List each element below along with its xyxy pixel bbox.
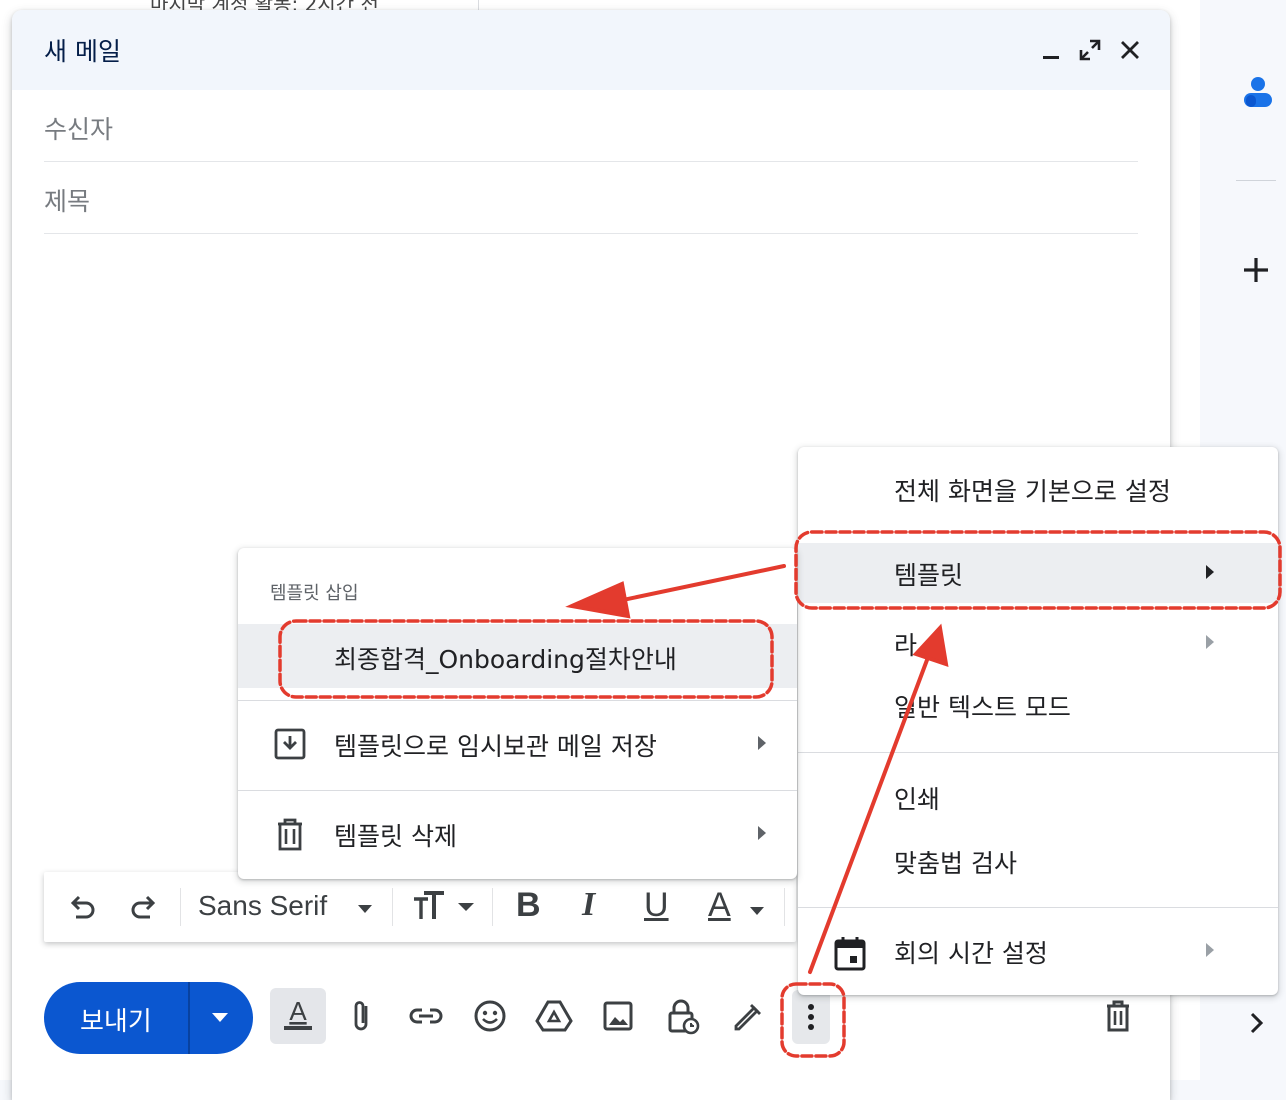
to-placeholder: 수신자: [44, 115, 114, 144]
compose-titlebar: 새 메일: [12, 10, 1170, 90]
expand-side-panel-icon[interactable]: [1242, 1008, 1272, 1038]
save-draft-as-template-item[interactable]: 템플릿으로 임시보관 메일 저장: [238, 714, 797, 774]
attach-icon[interactable]: [342, 996, 382, 1036]
formatting-toolbar: Sans Serif B I U A: [44, 872, 796, 942]
trash-icon: [272, 816, 308, 856]
template-item-onboarding[interactable]: 최종합격_Onboarding절차안내: [238, 624, 797, 688]
menu-item-label: 최종합격_Onboarding절차안내: [334, 645, 677, 674]
menu-item-meeting-time[interactable]: 회의 시간 설정: [798, 921, 1278, 981]
send-options-icon[interactable]: [209, 1010, 231, 1026]
side-panel-divider: [1236, 180, 1276, 181]
background-divider: [478, 0, 479, 10]
compose-title: 새 메일: [44, 37, 121, 66]
menu-item-label: 전체 화면을 기본으로 설정: [894, 477, 1171, 506]
subject-field[interactable]: 제목: [44, 162, 1138, 234]
redo-icon[interactable]: [126, 889, 162, 925]
text-color-dropdown-icon[interactable]: [748, 902, 766, 938]
to-field[interactable]: 수신자: [44, 90, 1138, 162]
menu-divider: [798, 752, 1278, 753]
formatting-options-icon[interactable]: A: [270, 988, 326, 1044]
font-size-icon[interactable]: [410, 889, 480, 925]
more-options-menu: 전체 화면을 기본으로 설정 템플릿 라 일반 텍스트 모드 인쇄 맞춤법 검사: [798, 447, 1278, 995]
menu-item-label: 라: [894, 631, 918, 660]
send-label: 보내기: [80, 1007, 152, 1037]
menu-item-label: 템플릿으로 임시보관 메일 저장: [334, 732, 657, 761]
menu-item-label: 회의 시간 설정: [894, 939, 1048, 968]
font-dropdown-icon[interactable]: [356, 900, 374, 936]
italic-button[interactable]: I: [582, 886, 595, 924]
menu-divider: [798, 907, 1278, 908]
menu-item-spellcheck[interactable]: 맞춤법 검사: [798, 831, 1278, 891]
toolbar-separator: [784, 888, 785, 926]
menu-item-label: 템플릿 삭제: [334, 822, 457, 851]
toolbar-separator: [492, 888, 493, 926]
subject-placeholder: 제목: [44, 187, 91, 216]
expand-icon[interactable]: [1078, 38, 1102, 62]
drive-icon[interactable]: [534, 996, 574, 1036]
minimize-icon[interactable]: [1040, 38, 1064, 62]
emoji-icon[interactable]: [470, 996, 510, 1036]
menu-item-plain-text[interactable]: 일반 텍스트 모드: [798, 675, 1278, 735]
menu-item-label: 인쇄: [894, 785, 941, 814]
menu-item-fullscreen-default[interactable]: 전체 화면을 기본으로 설정: [798, 459, 1278, 519]
toolbar-separator: [180, 888, 181, 926]
menu-item-templates[interactable]: 템플릿: [798, 543, 1278, 603]
link-icon[interactable]: [406, 996, 446, 1036]
add-addon-icon[interactable]: [1236, 250, 1276, 290]
submenu-arrow-icon: [1204, 633, 1216, 651]
menu-item-print[interactable]: 인쇄: [798, 767, 1278, 827]
insert-photo-icon[interactable]: [598, 996, 638, 1036]
menu-divider: [238, 790, 797, 791]
send-button[interactable]: 보내기: [44, 982, 253, 1054]
menu-divider: [238, 700, 797, 701]
undo-icon[interactable]: [64, 889, 100, 925]
font-family-select[interactable]: Sans Serif: [198, 890, 327, 922]
confidential-mode-icon[interactable]: [662, 996, 702, 1036]
bold-button[interactable]: B: [516, 886, 541, 925]
contacts-icon[interactable]: [1236, 72, 1276, 112]
submenu-arrow-icon: [756, 824, 768, 842]
more-options-button[interactable]: [792, 990, 830, 1044]
menu-item-label-submenu[interactable]: 라: [798, 613, 1278, 673]
templates-submenu-header: 템플릿 삽입: [270, 583, 359, 604]
svg-text:A: A: [289, 996, 307, 1026]
menu-item-label: 템플릿: [894, 561, 964, 590]
submenu-arrow-icon: [1204, 563, 1216, 581]
signature-icon[interactable]: [726, 996, 766, 1036]
send-divider: [188, 982, 190, 1054]
submenu-arrow-icon: [756, 734, 768, 752]
menu-item-label: 맞춤법 검사: [894, 849, 1017, 878]
text-color-button[interactable]: A: [708, 886, 731, 925]
close-icon[interactable]: [1118, 38, 1142, 62]
delete-template-item[interactable]: 템플릿 삭제: [238, 804, 797, 864]
templates-submenu: 템플릿 삽입 최종합격_Onboarding절차안내 템플릿으로 임시보관 메일…: [238, 548, 797, 879]
underline-button[interactable]: U: [644, 886, 669, 925]
menu-item-label: 일반 텍스트 모드: [894, 693, 1071, 722]
calendar-icon: [834, 935, 866, 975]
discard-draft-icon[interactable]: [1098, 996, 1138, 1036]
save-template-icon: [272, 726, 308, 766]
toolbar-separator: [392, 888, 393, 926]
submenu-arrow-icon: [1204, 941, 1216, 959]
